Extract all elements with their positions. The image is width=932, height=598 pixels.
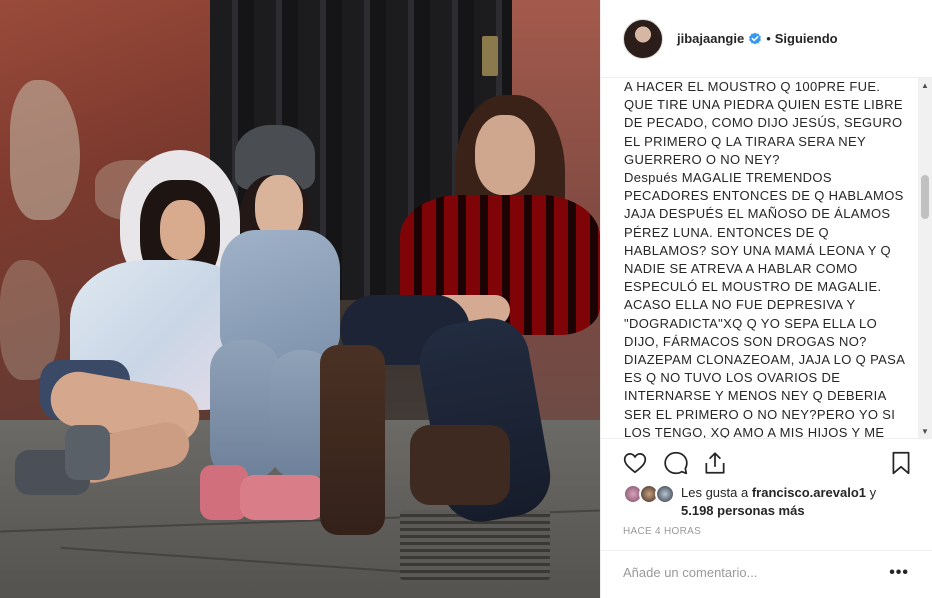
scroll-down-icon[interactable]: ▼ (918, 424, 932, 438)
heart-icon[interactable] (622, 450, 648, 476)
boot (320, 345, 385, 535)
caption-scroll-area[interactable]: A HACER EL MOUSTRO Q 100PRE FUE. QUE TIRE… (601, 78, 932, 438)
action-bar (601, 438, 932, 484)
likes-text: Les gusta a francisco.arevalo1 y 5.198 p… (681, 484, 921, 520)
comment-input[interactable] (623, 565, 873, 580)
post-photo[interactable] (0, 0, 600, 598)
caption-line: SER EL PRIMERO O NO NEY?PERO YO SI (624, 406, 896, 422)
following-button[interactable]: Siguiendo (775, 31, 838, 46)
face (160, 200, 205, 260)
avatar[interactable] (623, 18, 663, 59)
separator-dot: • (766, 31, 771, 46)
caption-line: Después MAGALIE TREMENDOS (624, 170, 832, 186)
caption-line: A HACER EL MOUSTRO Q 100PRE FUE. (624, 79, 881, 94)
liker-username-link[interactable]: francisco.arevalo1 (752, 485, 866, 500)
caption-text: A HACER EL MOUSTRO Q 100PRE FUE. QUE TIRE… (624, 78, 909, 438)
caption-line: PÉREZ LUNA. ENTONCES DE Q (624, 224, 829, 240)
comment-icon[interactable] (663, 450, 689, 476)
door-lock (482, 36, 498, 76)
caption-line: ES Q NO TUVO LOS OVARIOS DE (624, 370, 841, 386)
likes-prefix: Les gusta a (681, 485, 752, 500)
username-link[interactable]: jibajaangie (677, 31, 744, 46)
caption-line: DIAZEPAM CLONAZEOAM, JAJA LO Q PASA (624, 352, 906, 368)
caption-line: DIJO, FÁRMACOS SON DROGAS NO? (624, 333, 867, 349)
bookmark-icon[interactable] (888, 450, 914, 476)
share-icon[interactable] (702, 450, 728, 476)
liker-avatars (623, 484, 679, 504)
scroll-up-icon[interactable]: ▲ (918, 78, 932, 92)
avatar (655, 484, 675, 504)
caption-line: DE PECADO, COMO DIJO JESÚS, SEGURO (624, 115, 903, 131)
caption-line: INTERNARSE Y MENOS NEY Q DEBERIA (624, 388, 887, 404)
more-options-icon[interactable]: ••• (889, 564, 909, 582)
caption-scrollbar[interactable]: ▲ ▼ (918, 78, 932, 438)
timestamp: HACE 4 HORAS (623, 526, 702, 537)
person-right (310, 95, 600, 545)
likes-connector: y (866, 485, 877, 500)
likes-count-link[interactable]: 5.198 personas más (681, 503, 805, 518)
caption-line: ACASO ELLA NO FUE DEPRESIVA Y (624, 297, 856, 313)
caption-line: QUE TIRE UNA PIEDRA QUIEN ESTE LIBRE (624, 97, 903, 113)
post-header: jibajaangie • Siguiendo (601, 0, 932, 78)
post-sidebar: jibajaangie • Siguiendo A HACER EL MOUST… (600, 0, 932, 598)
face (475, 115, 535, 195)
caption-line: HABLAMOS? SOY UNA MAMÁ LEONA Y Q (624, 242, 891, 258)
caption-line: EL PRIMERO Q LA TIRARA SERA NEY (624, 133, 867, 149)
verified-badge-icon (748, 32, 762, 46)
instagram-post: jibajaangie • Siguiendo A HACER EL MOUST… (0, 0, 932, 598)
caption-line: PECADORES ENTONCES DE Q HABLAMOS (624, 188, 904, 204)
caption-line: LOS TENGO, XQ AMO A MIS HIJOS Y ME (624, 424, 885, 438)
scroll-thumb[interactable] (921, 175, 929, 219)
caption-line: GUERRERO O NO NEY? (624, 151, 780, 167)
sneaker (65, 425, 110, 480)
boot (410, 425, 510, 505)
caption-line: NADIE SE ATREVA A HABLAR COMO (624, 261, 858, 277)
caption-line: "DOGRADICTA"XQ Q YO SEPA ELLA LO (624, 315, 878, 331)
caption-line: ESPECULÓ EL MOUSTRO DE MAGALIE. (624, 279, 882, 295)
caption-line: JAJA DESPUÉS EL MAÑOSO DE ÁLAMOS (624, 206, 891, 222)
comment-box: ••• (601, 550, 932, 598)
likes-summary[interactable]: Les gusta a francisco.arevalo1 y 5.198 p… (623, 484, 923, 520)
